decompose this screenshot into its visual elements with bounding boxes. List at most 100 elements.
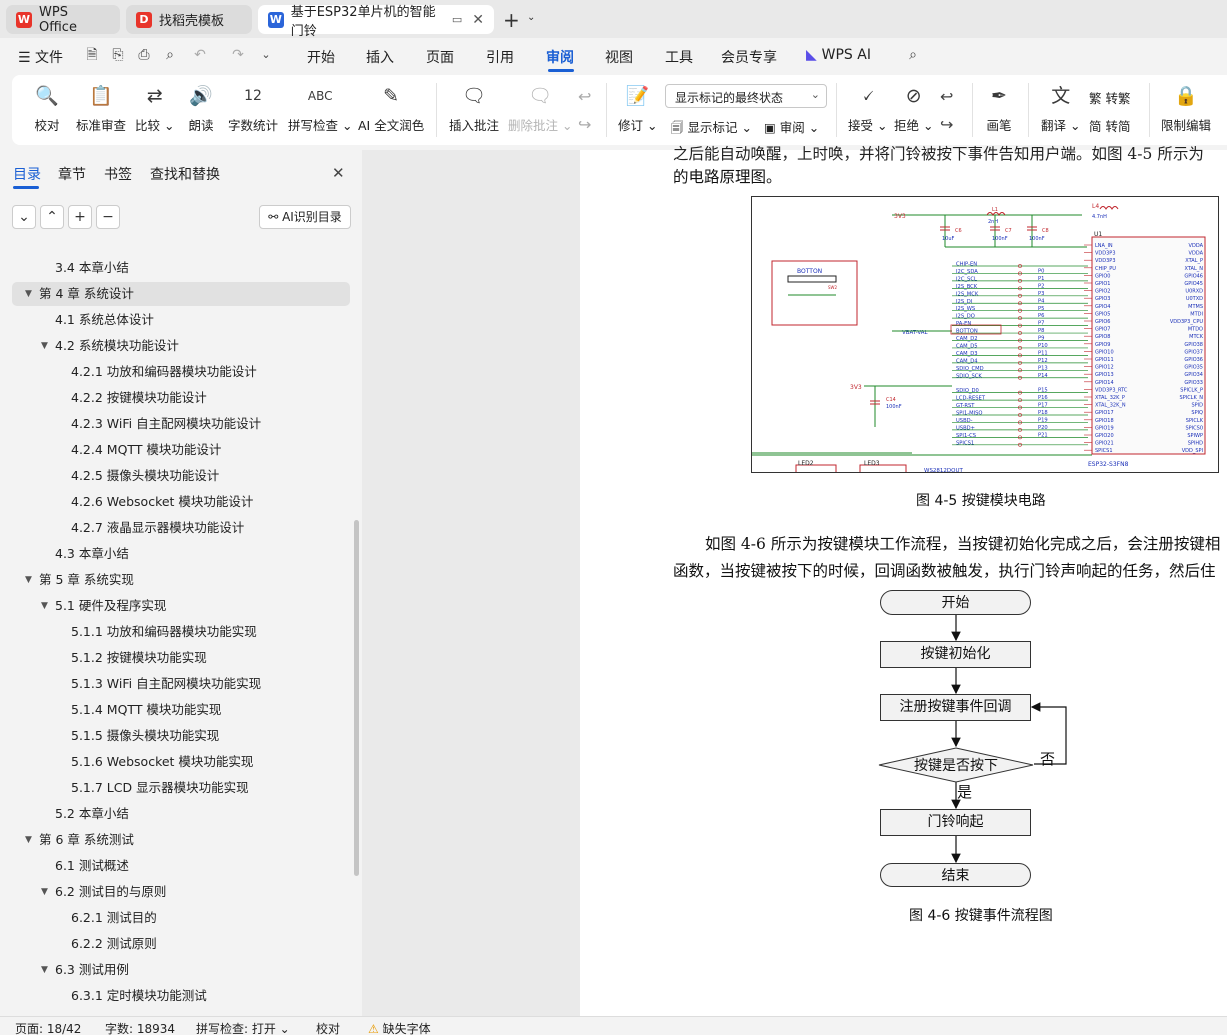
brush-button[interactable]: ✒ 画笔 <box>986 83 1012 134</box>
toc-item[interactable]: 5.1.2 按键模块功能实现 <box>12 646 350 670</box>
file-menu[interactable]: ☰ 文件 <box>18 47 63 67</box>
more-chevron-icon[interactable]: ⌄ <box>258 47 274 63</box>
menu-review[interactable]: 审阅 <box>546 47 574 67</box>
standard-review-button[interactable]: 📋 标准审查 <box>76 83 126 134</box>
prev-comment-icon[interactable]: ↩ <box>578 87 591 106</box>
expand-caret-icon[interactable]: ▼ <box>25 282 35 306</box>
expand-caret-icon[interactable]: ▼ <box>25 828 35 852</box>
insert-comment-button[interactable]: 🗨 插入批注 <box>449 83 499 134</box>
expand-caret-icon[interactable]: ▼ <box>41 594 51 618</box>
toc-item[interactable]: 4.2.2 按键模块功能设计 <box>12 386 350 410</box>
toc-item[interactable]: 6.1 测试概述 <box>12 854 350 878</box>
next-comment-icon[interactable]: ↪ <box>578 115 591 134</box>
tab-wps-office[interactable]: W WPS Office <box>6 5 120 35</box>
toc-item[interactable]: 4.3 本章小结 <box>12 542 350 566</box>
toc-item[interactable]: 4.2.1 功放和编码器模块功能设计 <box>12 360 350 384</box>
expand-caret-icon[interactable]: ▼ <box>41 880 51 904</box>
document-page[interactable]: 之后能自动唤醒，上时唤，并将门铃被按下事件告知用户端。如图 4-5 所示为 的电… <box>580 145 1227 1016</box>
expand-caret-icon[interactable]: ▼ <box>25 568 35 592</box>
export-icon[interactable]: ⎘ <box>110 47 126 63</box>
compare-button[interactable]: ⇄ 比较 ⌄ <box>135 83 174 134</box>
toc-item[interactable]: 4.2.5 摄像头模块功能设计 <box>12 464 350 488</box>
revise-button[interactable]: 📝 修订 ⌄ <box>618 83 657 134</box>
toc-item[interactable]: ▼ 4.2 系统模块功能设计 <box>12 334 350 358</box>
toc-item[interactable]: 3.4 本章小结 <box>12 256 350 280</box>
chip-left-pin: GPIO4 <box>1095 304 1110 310</box>
proofread-button[interactable]: 🔍 校对 <box>34 83 60 134</box>
menu-tools[interactable]: 工具 <box>665 47 693 67</box>
print-icon[interactable]: ⎙ <box>136 47 152 63</box>
toc-item[interactable]: 4.1 系统总体设计 <box>12 308 350 332</box>
to-traditional-button[interactable]: 繁 转繁 <box>1089 88 1131 107</box>
page-indicator[interactable]: 页面: 18/42 <box>15 1020 81 1035</box>
toc-item[interactable]: ▼ 第 4 章 系统设计 <box>12 282 350 306</box>
accept-button[interactable]: 🗸 接受 ⌄ <box>848 83 887 134</box>
toc-item[interactable]: 5.1.4 MQTT 模块功能实现 <box>12 698 350 722</box>
menu-member[interactable]: 会员专享 <box>721 47 777 67</box>
ai-polish-button[interactable]: ✎ AI 全文润色 <box>358 83 424 134</box>
toc-item[interactable]: 5.1.5 摄像头模块功能实现 <box>12 724 350 748</box>
missing-font-status[interactable]: ⚠ 缺失字体 <box>368 1020 431 1035</box>
prev-change-icon[interactable]: ↩ <box>940 87 953 106</box>
menu-view[interactable]: 视图 <box>605 47 633 67</box>
toc-item[interactable]: 4.2.7 液晶显示器模块功能设计 <box>12 516 350 540</box>
new-tab-icon[interactable]: + <box>503 8 520 32</box>
to-simplified-button[interactable]: 简 转简 <box>1089 116 1131 135</box>
toc-item[interactable]: 6.2.1 测试目的 <box>12 906 350 930</box>
tab-current-document[interactable]: W 基于ESP32单片机的智能门铃 ▭ ✕ <box>258 5 494 39</box>
word-count-button[interactable]: 12 字数统计 <box>228 83 278 134</box>
toc-item[interactable]: ▼ 6.3 测试用例 <box>12 958 350 982</box>
toc-item[interactable]: 4.2.3 WiFi 自主配网模块功能设计 <box>12 412 350 436</box>
chip-left-pin: GPIO3 <box>1095 296 1110 302</box>
monitor-icon[interactable]: ▭ <box>452 13 462 26</box>
read-aloud-button[interactable]: 🔊 朗读 <box>188 83 214 134</box>
toc-item[interactable]: ▼ 第 5 章 系统实现 <box>12 568 350 592</box>
toc-item[interactable]: 6.3.1 定时模块功能测试 <box>12 984 350 1008</box>
spell-check-button[interactable]: ABC 拼写检查 ⌄ <box>288 83 352 134</box>
toc-item[interactable]: ▼ 6.2 测试目的与原则 <box>12 880 350 904</box>
translate-button[interactable]: 文翻译 ⌄ <box>1041 83 1080 134</box>
word-count-indicator[interactable]: 字数: 18934 <box>105 1020 175 1035</box>
toc-item[interactable]: 5.1.6 Websocket 模块功能实现 <box>12 750 350 774</box>
expand-caret-icon[interactable]: ▼ <box>41 958 51 982</box>
print-preview-icon[interactable]: ⌕ <box>162 47 178 63</box>
save-icon[interactable]: 🗎 <box>84 47 100 63</box>
port-label: P3 <box>1038 291 1044 297</box>
spell-check-status[interactable]: 拼写检查: 打开 ⌄ <box>196 1020 290 1035</box>
toc-item[interactable]: 6.2.2 测试原则 <box>12 932 350 956</box>
menu-page[interactable]: 页面 <box>426 47 454 67</box>
toc-item[interactable]: 5.1.1 功放和编码器模块功能实现 <box>12 620 350 644</box>
chip-left-pin: XTAL_32K_N <box>1095 403 1126 409</box>
show-markup-button[interactable]: 🗐 显示标记 ⌄ <box>671 117 752 140</box>
redo-icon[interactable]: ↷ <box>230 47 246 63</box>
tab-docer-templates[interactable]: D 找稻壳模板 <box>126 5 252 34</box>
toc-item[interactable]: 4.2.4 MQTT 模块功能设计 <box>12 438 350 462</box>
search-icon[interactable]: ⌕ <box>905 47 921 63</box>
navigation-panel: 目录 章节 书签 查找和替换 ✕ ⌄ ⌃ + − ⚯ AI识别目录 3.4 本章… <box>0 150 362 1016</box>
toc-scrollbar[interactable] <box>354 520 359 876</box>
menu-start[interactable]: 开始 <box>307 47 335 67</box>
menu-reference[interactable]: 引用 <box>486 47 514 67</box>
toc-item[interactable]: 5.2 本章小结 <box>12 802 350 826</box>
review-pane-button[interactable]: ▣ 审阅 ⌄ <box>764 117 819 136</box>
undo-icon[interactable]: ↶ <box>192 47 208 63</box>
markup-state-value: 显示标记的最终状态 <box>675 91 784 105</box>
menu-wps-ai[interactable]: ◣ WPS AI <box>806 47 871 63</box>
toc-item[interactable]: 4.2.6 Websocket 模块功能设计 <box>12 490 350 514</box>
toc-item-label: 4.2 系统模块功能设计 <box>55 338 179 353</box>
delete-comment-button[interactable]: 🗨 删除批注 ⌄ <box>508 83 572 134</box>
next-change-icon[interactable]: ↪ <box>940 115 953 134</box>
toc-item[interactable]: 5.1.7 LCD 显示器模块功能实现 <box>12 776 350 800</box>
reject-button[interactable]: ⊘ 拒绝 ⌄ <box>894 83 933 134</box>
toc-item[interactable]: ▼ 第 6 章 系统测试 <box>12 828 350 852</box>
toc-item[interactable]: ▼ 5.1 硬件及程序实现 <box>12 594 350 618</box>
toc-item[interactable]: 5.1.3 WiFi 自主配网模块功能实现 <box>12 672 350 696</box>
close-tab-icon[interactable]: ✕ <box>472 12 484 28</box>
expand-caret-icon[interactable]: ▼ <box>41 334 51 358</box>
restrict-edit-button[interactable]: 🔒 限制编辑 <box>1161 83 1211 134</box>
revise-label: 修订 ⌄ <box>618 118 658 133</box>
menu-insert[interactable]: 插入 <box>366 47 394 67</box>
markup-state-select[interactable]: 显示标记的最终状态 ⌄ <box>665 84 827 108</box>
chevron-down-icon[interactable]: ⌄ <box>527 12 535 23</box>
proofread-status[interactable]: 校对 <box>316 1020 340 1035</box>
